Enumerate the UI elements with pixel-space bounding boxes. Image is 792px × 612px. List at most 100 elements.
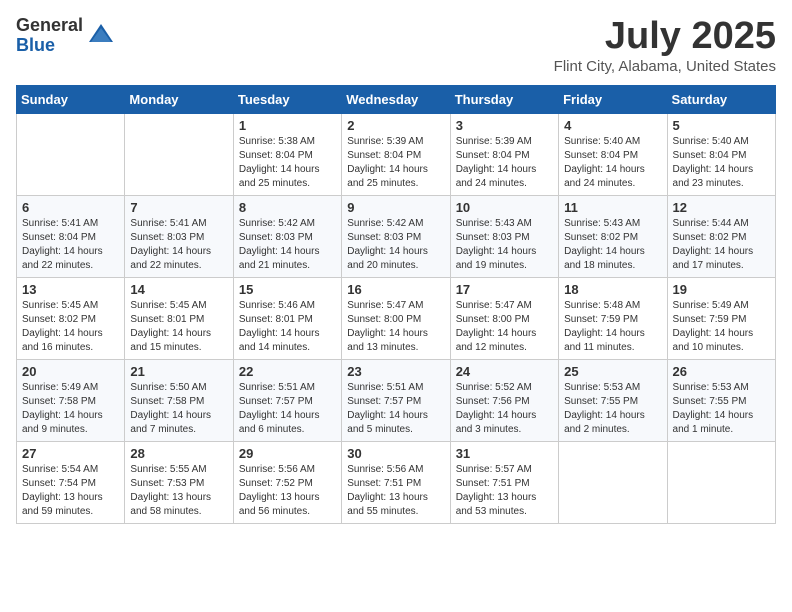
day-number: 5	[673, 118, 770, 133]
day-number: 22	[239, 364, 336, 379]
weekday-header-saturday: Saturday	[667, 85, 775, 113]
calendar-week-row: 13 Sunrise: 5:45 AM Sunset: 8:02 PM Dayli…	[17, 277, 776, 359]
day-detail: Sunrise: 5:51 AM Sunset: 7:57 PM Dayligh…	[347, 381, 444, 437]
weekday-header-sunday: Sunday	[17, 85, 125, 113]
day-number: 24	[456, 364, 553, 379]
calendar-cell: 1 Sunrise: 5:38 AM Sunset: 8:04 PM Daylig…	[233, 113, 341, 195]
calendar-cell: 19 Sunrise: 5:49 AM Sunset: 7:59 PM Dayli…	[667, 277, 775, 359]
calendar-week-row: 6Sunrise: 5:41 AM Sunset: 8:04 PM Daylig…	[17, 195, 776, 277]
day-number: 13	[22, 282, 119, 297]
day-detail: Sunrise: 5:56 AM Sunset: 7:51 PM Dayligh…	[347, 463, 444, 519]
calendar-cell: 4 Sunrise: 5:40 AM Sunset: 8:04 PM Daylig…	[559, 113, 667, 195]
day-detail: Sunrise: 5:50 AM Sunset: 7:58 PM Dayligh…	[130, 381, 227, 437]
day-number: 12	[673, 200, 770, 215]
day-number: 4	[564, 118, 661, 133]
day-detail: Sunrise: 5:52 AM Sunset: 7:56 PM Dayligh…	[456, 381, 553, 437]
day-detail: Sunrise: 5:49 AM Sunset: 7:58 PM Dayligh…	[22, 381, 119, 437]
day-number: 17	[456, 282, 553, 297]
calendar-cell: 11 Sunrise: 5:43 AM Sunset: 8:02 PM Dayli…	[559, 195, 667, 277]
calendar-cell: 9 Sunrise: 5:42 AM Sunset: 8:03 PM Daylig…	[342, 195, 450, 277]
calendar-cell: 30 Sunrise: 5:56 AM Sunset: 7:51 PM Dayli…	[342, 441, 450, 523]
day-detail: Sunrise: 5:39 AM Sunset: 8:04 PM Dayligh…	[456, 135, 553, 191]
day-number: 3	[456, 118, 553, 133]
calendar-cell: 21 Sunrise: 5:50 AM Sunset: 7:58 PM Dayli…	[125, 359, 233, 441]
calendar-table: SundayMondayTuesdayWednesdayThursdayFrid…	[16, 85, 776, 524]
logo: General Blue	[16, 16, 115, 56]
day-detail: Sunrise: 5:40 AM Sunset: 8:04 PM Dayligh…	[564, 135, 661, 191]
day-number: 21	[130, 364, 227, 379]
calendar-cell	[125, 113, 233, 195]
day-detail: Sunrise: 5:42 AM Sunset: 8:03 PM Dayligh…	[347, 217, 444, 273]
day-number: 7	[130, 200, 227, 215]
day-detail: Sunrise: 5:45 AM Sunset: 8:01 PM Dayligh…	[130, 299, 227, 355]
calendar-cell: 25 Sunrise: 5:53 AM Sunset: 7:55 PM Dayli…	[559, 359, 667, 441]
weekday-header-row: SundayMondayTuesdayWednesdayThursdayFrid…	[17, 85, 776, 113]
day-detail: Sunrise: 5:43 AM Sunset: 8:03 PM Dayligh…	[456, 217, 553, 273]
day-number: 27	[22, 446, 119, 461]
day-detail: Sunrise: 5:38 AM Sunset: 8:04 PM Dayligh…	[239, 135, 336, 191]
day-number: 18	[564, 282, 661, 297]
day-detail: Sunrise: 5:41 AM Sunset: 8:04 PM Dayligh…	[22, 217, 119, 273]
day-number: 16	[347, 282, 444, 297]
day-detail: Sunrise: 5:48 AM Sunset: 7:59 PM Dayligh…	[564, 299, 661, 355]
calendar-cell: 27 Sunrise: 5:54 AM Sunset: 7:54 PM Dayli…	[17, 441, 125, 523]
location: Flint City, Alabama, United States	[554, 58, 776, 75]
calendar-cell: 22 Sunrise: 5:51 AM Sunset: 7:57 PM Dayli…	[233, 359, 341, 441]
day-detail: Sunrise: 5:47 AM Sunset: 8:00 PM Dayligh…	[456, 299, 553, 355]
day-number: 25	[564, 364, 661, 379]
day-detail: Sunrise: 5:51 AM Sunset: 7:57 PM Dayligh…	[239, 381, 336, 437]
day-detail: Sunrise: 5:41 AM Sunset: 8:03 PM Dayligh…	[130, 217, 227, 273]
calendar-cell: 13 Sunrise: 5:45 AM Sunset: 8:02 PM Dayli…	[17, 277, 125, 359]
day-number: 11	[564, 200, 661, 215]
day-detail: Sunrise: 5:57 AM Sunset: 7:51 PM Dayligh…	[456, 463, 553, 519]
day-number: 26	[673, 364, 770, 379]
day-number: 31	[456, 446, 553, 461]
day-number: 9	[347, 200, 444, 215]
calendar-cell	[559, 441, 667, 523]
day-detail: Sunrise: 5:49 AM Sunset: 7:59 PM Dayligh…	[673, 299, 770, 355]
day-number: 8	[239, 200, 336, 215]
calendar-week-row: 27 Sunrise: 5:54 AM Sunset: 7:54 PM Dayli…	[17, 441, 776, 523]
calendar-cell: 28Sunrise: 5:55 AM Sunset: 7:53 PM Dayli…	[125, 441, 233, 523]
day-number: 10	[456, 200, 553, 215]
title-block: July 2025 Flint City, Alabama, United St…	[554, 16, 776, 75]
weekday-header-monday: Monday	[125, 85, 233, 113]
day-number: 15	[239, 282, 336, 297]
calendar-cell: 10 Sunrise: 5:43 AM Sunset: 8:03 PM Dayli…	[450, 195, 558, 277]
calendar-cell: 20 Sunrise: 5:49 AM Sunset: 7:58 PM Dayli…	[17, 359, 125, 441]
calendar-cell: 15Sunrise: 5:46 AM Sunset: 8:01 PM Dayli…	[233, 277, 341, 359]
day-number: 30	[347, 446, 444, 461]
day-number: 28	[130, 446, 227, 461]
weekday-header-thursday: Thursday	[450, 85, 558, 113]
day-number: 20	[22, 364, 119, 379]
calendar-cell: 3 Sunrise: 5:39 AM Sunset: 8:04 PM Daylig…	[450, 113, 558, 195]
calendar-cell: 5Sunrise: 5:40 AM Sunset: 8:04 PM Daylig…	[667, 113, 775, 195]
calendar-cell: 12Sunrise: 5:44 AM Sunset: 8:02 PM Dayli…	[667, 195, 775, 277]
calendar-cell	[667, 441, 775, 523]
day-detail: Sunrise: 5:42 AM Sunset: 8:03 PM Dayligh…	[239, 217, 336, 273]
calendar-cell: 6Sunrise: 5:41 AM Sunset: 8:04 PM Daylig…	[17, 195, 125, 277]
day-detail: Sunrise: 5:54 AM Sunset: 7:54 PM Dayligh…	[22, 463, 119, 519]
day-detail: Sunrise: 5:53 AM Sunset: 7:55 PM Dayligh…	[564, 381, 661, 437]
logo-general: General	[16, 16, 83, 36]
day-number: 1	[239, 118, 336, 133]
calendar-cell: 24 Sunrise: 5:52 AM Sunset: 7:56 PM Dayli…	[450, 359, 558, 441]
day-detail: Sunrise: 5:45 AM Sunset: 8:02 PM Dayligh…	[22, 299, 119, 355]
calendar-week-row: 1 Sunrise: 5:38 AM Sunset: 8:04 PM Daylig…	[17, 113, 776, 195]
calendar-cell: 17 Sunrise: 5:47 AM Sunset: 8:00 PM Dayli…	[450, 277, 558, 359]
page-header: General Blue July 2025 Flint City, Alaba…	[16, 16, 776, 75]
calendar-week-row: 20 Sunrise: 5:49 AM Sunset: 7:58 PM Dayli…	[17, 359, 776, 441]
day-detail: Sunrise: 5:56 AM Sunset: 7:52 PM Dayligh…	[239, 463, 336, 519]
calendar-cell	[17, 113, 125, 195]
day-detail: Sunrise: 5:53 AM Sunset: 7:55 PM Dayligh…	[673, 381, 770, 437]
calendar-cell: 8 Sunrise: 5:42 AM Sunset: 8:03 PM Daylig…	[233, 195, 341, 277]
day-number: 29	[239, 446, 336, 461]
day-number: 19	[673, 282, 770, 297]
logo-icon	[87, 22, 115, 50]
calendar-cell: 29 Sunrise: 5:56 AM Sunset: 7:52 PM Dayli…	[233, 441, 341, 523]
day-detail: Sunrise: 5:43 AM Sunset: 8:02 PM Dayligh…	[564, 217, 661, 273]
calendar-cell: 18 Sunrise: 5:48 AM Sunset: 7:59 PM Dayli…	[559, 277, 667, 359]
day-detail: Sunrise: 5:47 AM Sunset: 8:00 PM Dayligh…	[347, 299, 444, 355]
calendar-cell: 7 Sunrise: 5:41 AM Sunset: 8:03 PM Daylig…	[125, 195, 233, 277]
month-title: July 2025	[554, 16, 776, 58]
